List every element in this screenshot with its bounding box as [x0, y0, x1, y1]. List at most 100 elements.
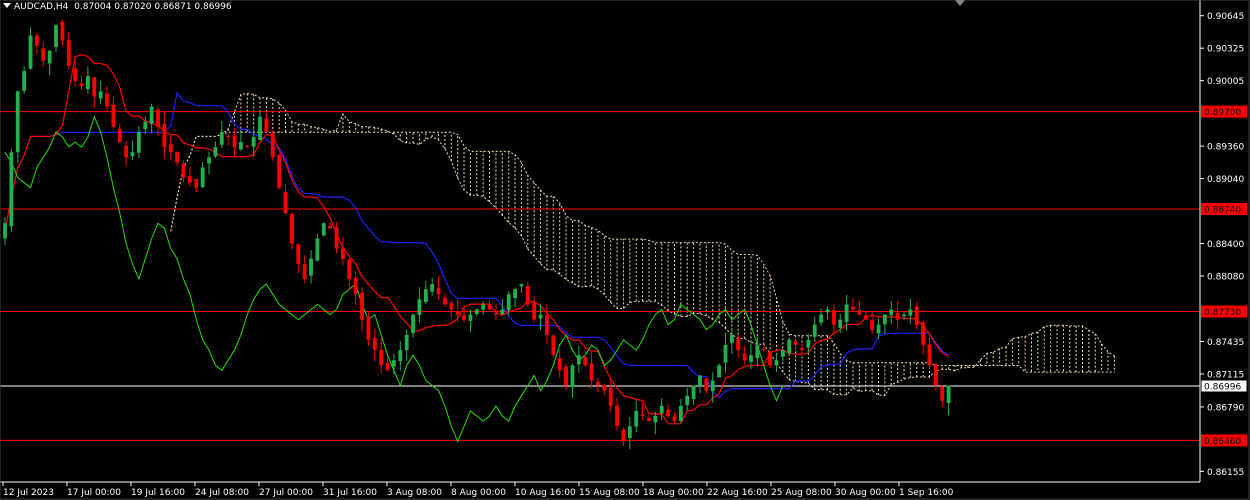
symbol-label: AUDCAD,H4 — [14, 2, 69, 12]
candle-body — [168, 144, 173, 153]
high-value: 0.87020 — [114, 2, 152, 12]
y-tick-label: 0.90645 — [1207, 12, 1244, 22]
candle-body — [831, 310, 836, 325]
candle-body — [341, 248, 345, 259]
candle-body — [666, 409, 670, 417]
candle-body — [882, 314, 887, 325]
candle-body — [927, 344, 932, 366]
candle-body — [417, 299, 422, 315]
candle-body — [494, 313, 498, 315]
candle-body — [232, 135, 237, 148]
candle-body — [73, 68, 78, 82]
candle-body — [162, 123, 167, 148]
chevron-down-icon[interactable] — [3, 3, 11, 8]
x-tick-label: 3 Aug 08:00 — [387, 488, 442, 498]
candle-body — [15, 91, 20, 153]
candle-body — [423, 289, 428, 303]
candle-body — [436, 288, 441, 295]
candle-body — [468, 314, 473, 321]
candle-body — [774, 360, 779, 366]
candle-body — [54, 25, 58, 47]
candle-body — [678, 405, 683, 421]
candle-body — [366, 316, 371, 340]
y-tick-label: 0.86155 — [1207, 468, 1244, 478]
chart-header: AUDCAD,H4 0.87004 0.87020 0.86871 0.8699… — [3, 2, 232, 12]
kijun-line — [4, 91, 949, 399]
candle-body — [902, 314, 906, 317]
level-tag: 0.89700 — [1204, 108, 1241, 118]
candle-body — [41, 48, 46, 61]
candle-body — [640, 414, 645, 417]
candle-body — [47, 50, 52, 64]
candle-body — [98, 91, 103, 99]
chart-shift-icon[interactable] — [955, 0, 965, 6]
candle-body — [500, 309, 505, 315]
candle-body — [270, 133, 275, 158]
candle-body — [226, 135, 231, 137]
candle-body — [238, 142, 243, 150]
candle-body — [691, 385, 696, 400]
candle-body — [302, 264, 307, 280]
candle-body — [710, 380, 715, 392]
x-tick-label: 22 Aug 16:00 — [707, 488, 768, 498]
candle-body — [876, 324, 881, 334]
y-tick-label: 0.90325 — [1207, 45, 1244, 55]
candle-body — [92, 77, 97, 97]
price-chart[interactable]: 0.89700 0.88740 0.87730 0.86460 0.86996 0.90… — [0, 0, 1250, 500]
candle-body — [742, 353, 747, 361]
candle-body — [647, 418, 651, 422]
candle-body — [506, 294, 511, 311]
candle-body — [379, 349, 384, 366]
candle-body — [723, 345, 728, 363]
close-value: 0.86996 — [194, 2, 232, 12]
candle-body — [149, 106, 154, 124]
candle-body — [136, 131, 141, 153]
candle-body — [863, 315, 868, 320]
candle-body — [3, 223, 7, 239]
candle-body — [449, 303, 454, 310]
candle-body — [245, 145, 250, 148]
candle-body — [895, 312, 900, 320]
candle-body — [583, 356, 588, 366]
candle-body — [889, 309, 894, 316]
candle-body — [519, 284, 524, 287]
candle-body — [200, 167, 205, 188]
candle-body — [551, 335, 556, 356]
candle-body — [462, 315, 466, 320]
candle-body — [768, 351, 773, 366]
candle-body — [685, 395, 690, 406]
y-tick-label: 0.90005 — [1207, 77, 1244, 87]
x-tick-label: 15 Aug 08:00 — [579, 488, 640, 498]
candle-body — [130, 152, 135, 157]
axes: 0.90645 0.90325 0.90005 0.89360 0.89040 0.884… — [0, 0, 1250, 500]
candle-body — [755, 345, 760, 359]
candle-body — [124, 145, 129, 158]
candle-body — [780, 350, 785, 357]
candle-body — [213, 147, 218, 157]
candle-body — [749, 355, 753, 362]
candle-body — [85, 76, 90, 90]
candle-body — [194, 178, 199, 188]
candle-body — [921, 322, 926, 346]
candle-body — [800, 348, 804, 351]
candle-body — [264, 118, 269, 132]
candle-body — [717, 365, 722, 378]
candle-body — [608, 388, 613, 406]
candle-body — [187, 176, 192, 183]
ichimoku-cloud — [170, 93, 1115, 397]
candle-body — [487, 304, 492, 310]
candle-body — [251, 136, 256, 147]
candle-body — [156, 109, 160, 127]
x-tick-label: 25 Aug 08:00 — [771, 488, 832, 498]
frame — [0, 0, 1250, 500]
candle-body — [851, 306, 855, 310]
x-tick-label: 8 Aug 00:00 — [451, 488, 506, 498]
candle-body — [360, 292, 364, 320]
candle-body — [761, 348, 766, 351]
candle-body — [857, 309, 862, 315]
candle-body — [908, 309, 913, 316]
candle-body — [793, 341, 798, 346]
candle-body — [411, 314, 415, 334]
y-tick-label: 0.88080 — [1207, 273, 1244, 283]
candle-body — [290, 213, 294, 244]
